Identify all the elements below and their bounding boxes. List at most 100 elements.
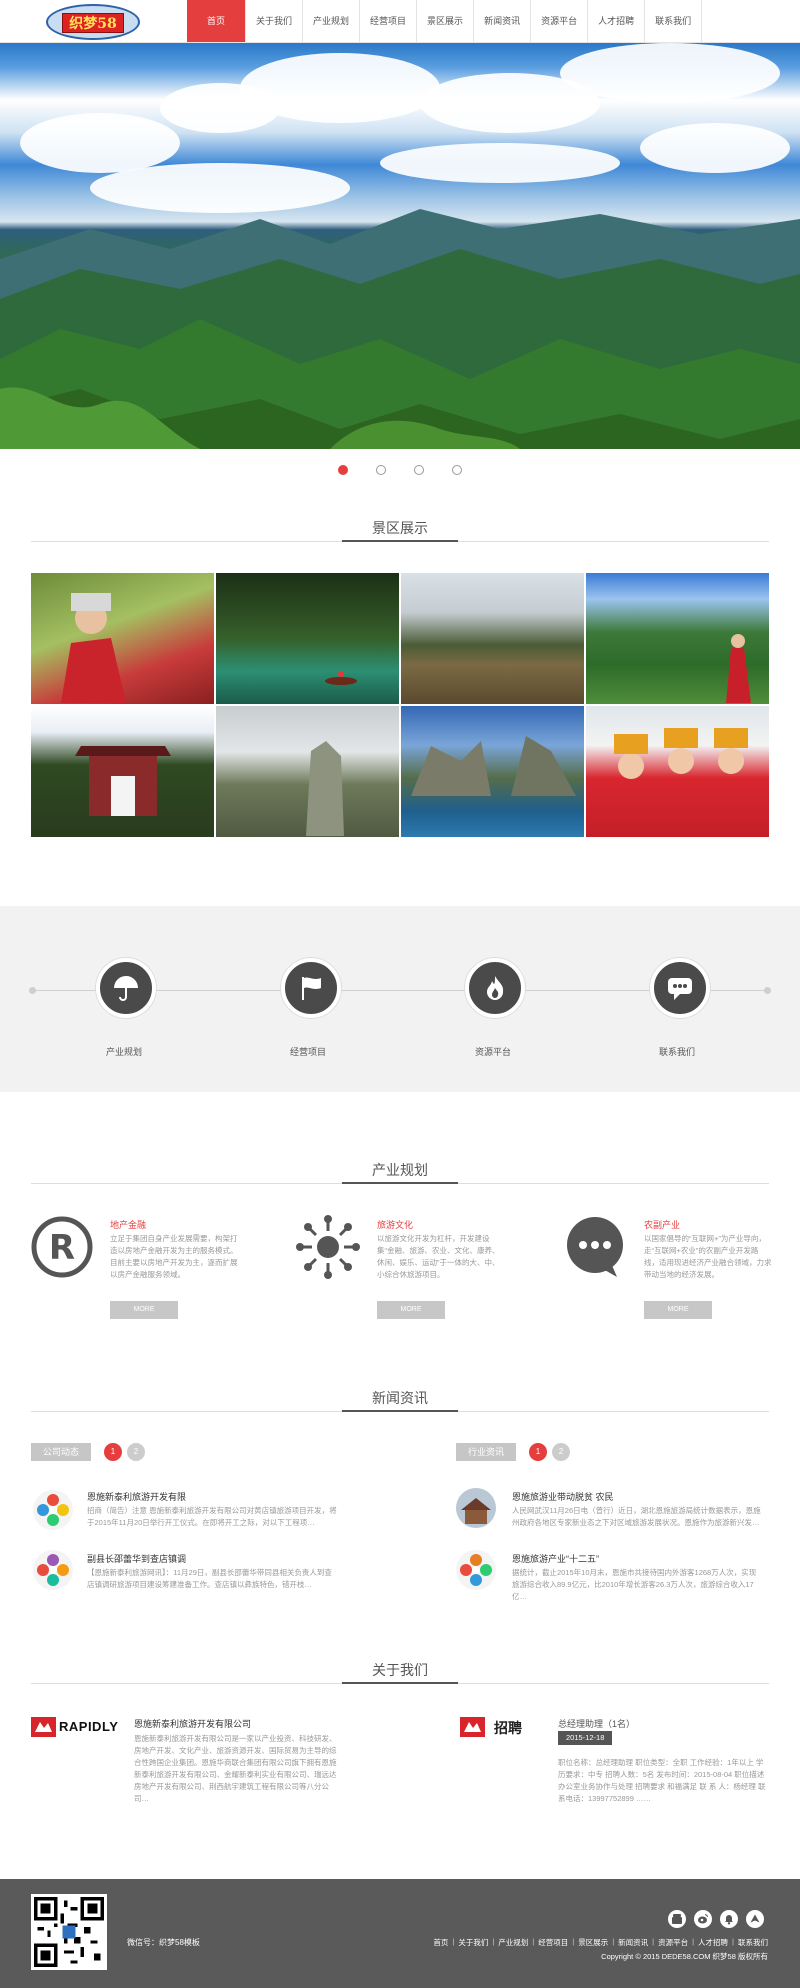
news-thumbnail[interactable] [456, 1550, 496, 1590]
gallery-photo-1[interactable] [31, 573, 214, 704]
footer-link-projects[interactable]: 经营项目 [538, 1937, 568, 1948]
umbrella-icon [114, 976, 138, 1001]
banner-dot-2[interactable] [376, 465, 386, 475]
news-item-title[interactable]: 恩施新泰利旅游开发有限 [87, 1490, 186, 1503]
timeline-dot [764, 987, 771, 994]
news-item-title[interactable]: 恩施旅游业带动脱贫 农民 [512, 1490, 614, 1503]
site-header: 织梦58 首页 关于我们 产业规划 经营项目 景区展示 新闻资讯 资源平台 人才… [0, 0, 800, 43]
banner-dot-4[interactable] [452, 465, 462, 475]
industry-news-page-2[interactable]: 2 [552, 1443, 570, 1461]
news-item-title[interactable]: 恩施旅游产业“十二五” [512, 1552, 599, 1565]
banner-dot-1[interactable] [338, 465, 348, 475]
industry-news-page-1[interactable]: 1 [529, 1443, 547, 1461]
footer-link-contact[interactable]: 联系我们 [738, 1937, 768, 1948]
nav-item-resources[interactable]: 资源平台 [530, 0, 587, 42]
svg-text:R: R [49, 1228, 75, 1268]
feature-contact-label[interactable]: 联系我们 [617, 1045, 737, 1058]
gallery-photo-2[interactable] [216, 573, 399, 704]
nav-item-home[interactable]: 首页 [187, 0, 245, 42]
social-button-phone[interactable] [668, 1910, 686, 1928]
footer-link-scenic[interactable]: 景区展示 [578, 1937, 608, 1948]
nav-item-about[interactable]: 关于我们 [245, 0, 302, 42]
news-thumbnail[interactable] [33, 1550, 73, 1590]
feature-industry-button[interactable] [96, 958, 156, 1018]
feature-contact-button[interactable] [650, 958, 710, 1018]
industry-2-text: 以旅游文化开发为杠杆，开发建设集“金融、旅游、农业、文化、康养、休闲、娱乐、运动… [377, 1234, 500, 1279]
bell-icon [725, 1915, 733, 1925]
nav-item-industry[interactable]: 产业规划 [302, 0, 359, 42]
scenic-title: 景区展示 [342, 520, 458, 542]
social-button-weibo[interactable] [694, 1910, 712, 1928]
qr-code [31, 1894, 107, 1970]
footer-wechat: 微信号：织梦58模板 [127, 1938, 200, 1947]
footer-link-home[interactable]: 首页 [433, 1937, 448, 1948]
company-news-page-2[interactable]: 2 [127, 1443, 145, 1461]
footer-link-jobs[interactable]: 人才招聘 [698, 1937, 728, 1948]
social-button-top[interactable] [746, 1910, 764, 1928]
industry-3-title[interactable]: 农副产业 [644, 1218, 680, 1231]
industry-3-text: 以国家倡导的“互联网+”为产业导向，走“互联网+农业”的农副产业开发路线，适用现… [644, 1234, 772, 1279]
arrow-up-icon [750, 1914, 760, 1923]
company-logo[interactable]: RAPIDLY [31, 1717, 126, 1737]
news-thumbnail[interactable] [456, 1488, 496, 1528]
site-footer [0, 1879, 800, 1988]
jobs-logo-text: 招聘 [494, 1720, 522, 1736]
phone-icon [672, 1914, 682, 1924]
banner-pagination [0, 465, 800, 475]
speech-icon [567, 1217, 623, 1277]
industry-1-more-button[interactable]: MORE [110, 1301, 178, 1319]
nav-item-news[interactable]: 新闻资讯 [473, 0, 530, 42]
gallery-photo-4[interactable] [586, 573, 769, 704]
news-section-heading: 新闻资讯 [31, 1390, 769, 1412]
job-date-badge: 2015-12-18 [558, 1731, 613, 1745]
tab-company-news[interactable]: 公司动态 [31, 1443, 92, 1461]
footer-link-about[interactable]: 关于我们 [458, 1937, 488, 1948]
feature-industry-label[interactable]: 产业规划 [64, 1045, 184, 1058]
company-news-page-1[interactable]: 1 [104, 1443, 122, 1461]
industry-3-more-button[interactable]: MORE [644, 1301, 712, 1319]
chat-icon [668, 978, 692, 1000]
company-name[interactable]: 恩施新泰利旅游开发有限公司 [134, 1717, 251, 1730]
tab-industry-news[interactable]: 行业资讯 [456, 1443, 517, 1461]
news-thumbnail[interactable] [33, 1490, 73, 1530]
company-logo-text: RAPIDLY [59, 1719, 119, 1734]
footer-link-resources[interactable]: 资源平台 [658, 1937, 688, 1948]
feature-projects-label[interactable]: 经营项目 [248, 1045, 368, 1058]
news-item-excerpt: 据统计，截止2015年10月末，恩施市共接待国内外游客1268万人次，实现旅游综… [512, 1568, 757, 1601]
nav-item-contact[interactable]: 联系我们 [644, 0, 703, 42]
footer-link-industry[interactable]: 产业规划 [498, 1937, 528, 1948]
gallery-photo-3[interactable] [401, 573, 584, 704]
timeline-dot [29, 987, 36, 994]
site-logo[interactable]: 织梦58 [46, 4, 140, 40]
industry-2-title[interactable]: 旅游文化 [377, 1218, 413, 1231]
social-button-notify[interactable] [720, 1910, 738, 1928]
logo-text: 织梦58 [62, 13, 124, 33]
nav-item-scenic[interactable]: 景区展示 [416, 0, 473, 42]
job-title[interactable]: 总经理助理（1名） [558, 1717, 635, 1730]
gallery-photo-7[interactable] [401, 706, 584, 837]
news-title: 新闻资讯 [342, 1390, 458, 1412]
hero-banner-image[interactable] [0, 43, 800, 449]
sun-icon [296, 1215, 360, 1279]
weibo-icon [698, 1914, 708, 1924]
feature-resources-button[interactable] [465, 958, 525, 1018]
feature-resources-label[interactable]: 资源平台 [433, 1045, 553, 1058]
banner-dot-3[interactable] [414, 465, 424, 475]
gallery-photo-5[interactable] [31, 706, 214, 837]
flame-icon [487, 976, 504, 1000]
industry-2-more-button[interactable]: MORE [377, 1301, 445, 1319]
industry-1-title[interactable]: 地产金融 [110, 1218, 146, 1231]
industry-1-text: 立足于集团自身产业发展需要，构架打造以房地产金融开发为主的服务模式。目前主要以房… [110, 1234, 238, 1279]
news-item-title[interactable]: 副县长邵蕾华到查店镇调 [87, 1552, 186, 1565]
registered-icon: R [31, 1216, 93, 1278]
nav-item-projects[interactable]: 经营项目 [359, 0, 416, 42]
feature-projects-button[interactable] [281, 958, 341, 1018]
gallery-photo-8[interactable] [586, 706, 769, 837]
footer-link-news[interactable]: 新闻资讯 [618, 1937, 648, 1948]
nav-item-jobs[interactable]: 人才招聘 [587, 0, 644, 42]
jobs-logo[interactable]: 招聘 [460, 1717, 530, 1737]
news-item-excerpt: 【恩施新泰利旅游网讯】：11月29日，副县长邵蕾华带同县相关负责人到查店镇调研旅… [87, 1568, 332, 1589]
gallery-photo-6[interactable] [216, 706, 399, 837]
footer-copyright: Copyright © 2015 DEDE58.COM 织梦58 版权所有 [601, 1952, 768, 1961]
scenic-gallery [31, 573, 769, 837]
